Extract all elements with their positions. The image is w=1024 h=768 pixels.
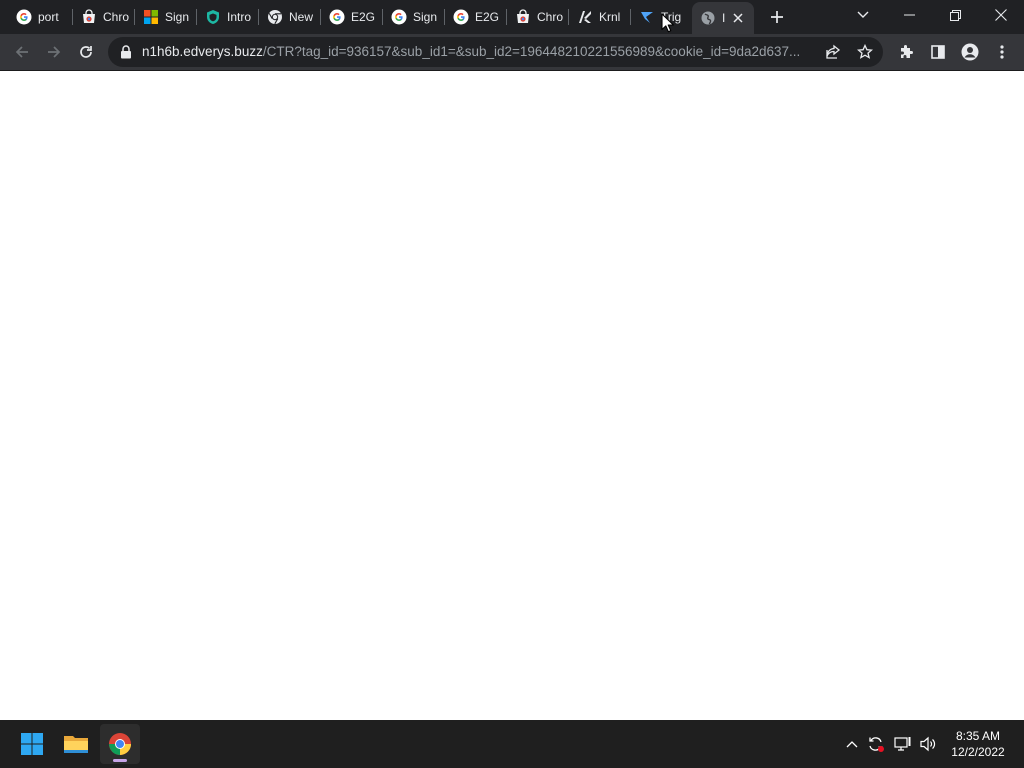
- speaker-icon: [920, 736, 936, 752]
- url-path: /CTR?tag_id=936157&sub_id1=&sub_id2=1964…: [262, 44, 801, 59]
- windows-logo-icon: [21, 733, 43, 755]
- tab-microsoft-sign-in[interactable]: Sign: [135, 4, 195, 30]
- sync-tray-button[interactable]: [866, 734, 886, 754]
- browser-toolbar: n1h6b.edverys.buzz/CTR?tag_id=936157&sub…: [0, 34, 1024, 71]
- chevron-down-icon: [857, 11, 869, 18]
- close-icon: [733, 13, 743, 23]
- tab-port[interactable]: port: [8, 4, 70, 30]
- tab-label: port: [38, 10, 59, 24]
- profile-icon: [961, 43, 979, 61]
- clock-date: 12/2/2022: [951, 745, 1005, 759]
- new-tab-button[interactable]: [765, 6, 789, 28]
- chrome-taskbar-button[interactable]: [100, 724, 140, 764]
- tab-krnl[interactable]: Krnl: [569, 4, 629, 30]
- page-content: [0, 71, 1024, 720]
- tab-label: Sign: [165, 10, 190, 24]
- sync-icon: [869, 737, 884, 752]
- menu-button[interactable]: [988, 38, 1016, 66]
- bookmark-button[interactable]: [854, 41, 876, 63]
- close-tab-button[interactable]: [730, 10, 746, 26]
- start-button[interactable]: [12, 724, 52, 764]
- shield-icon: [205, 9, 221, 25]
- volume-tray-button[interactable]: [918, 734, 938, 754]
- plus-icon: [771, 11, 783, 23]
- mouse-cursor-icon: [661, 13, 674, 33]
- close-icon: [995, 9, 1007, 21]
- chrome-icon: [267, 9, 283, 25]
- tab-label: Intro: [227, 10, 252, 24]
- google-icon: [391, 9, 407, 25]
- tab-label: Chro: [103, 10, 130, 24]
- minimize-button[interactable]: [886, 0, 932, 30]
- share-icon: [826, 44, 841, 59]
- puzzle-icon: [901, 45, 913, 58]
- share-button[interactable]: [822, 41, 844, 63]
- forward-arrow-icon: [48, 46, 61, 58]
- close-window-button[interactable]: [978, 0, 1024, 30]
- tab-e2g-2[interactable]: E2G: [445, 4, 505, 30]
- restore-icon: [949, 9, 961, 21]
- krnl-icon: [577, 9, 593, 25]
- tab-label: E2G: [475, 10, 500, 24]
- side-panel-button[interactable]: [924, 38, 952, 66]
- address-bar[interactable]: n1h6b.edverys.buzz/CTR?tag_id=936157&sub…: [108, 37, 883, 67]
- lock-icon[interactable]: [118, 44, 134, 60]
- network-icon: [894, 737, 911, 751]
- google-icon: [16, 9, 32, 25]
- trigger-icon: [639, 9, 655, 25]
- back-button[interactable]: [8, 38, 36, 66]
- reload-icon: [80, 46, 92, 58]
- chrome-icon: [109, 733, 131, 755]
- tab-search-button[interactable]: [840, 0, 886, 30]
- folder-icon: [64, 736, 88, 753]
- back-arrow-icon: [15, 46, 28, 58]
- side-panel-icon: [931, 45, 945, 59]
- windows-taskbar: 8:35 AM 12/2/2022: [0, 720, 1024, 768]
- url-text[interactable]: n1h6b.edverys.buzz/CTR?tag_id=936157&sub…: [142, 44, 818, 60]
- star-icon: [857, 44, 873, 59]
- tab-label: New: [289, 10, 314, 24]
- tab-chrome-web-store[interactable]: Chro: [73, 4, 133, 30]
- show-hidden-icons-button[interactable]: [842, 734, 862, 754]
- url-host: n1h6b.edverys.buzz: [142, 44, 263, 59]
- tab-label: I: [722, 11, 726, 25]
- file-explorer-button[interactable]: [56, 724, 96, 764]
- forward-button[interactable]: [40, 38, 68, 66]
- tab-google-sign-in[interactable]: Sign: [383, 4, 443, 30]
- taskbar-clock[interactable]: 8:35 AM 12/2/2022: [944, 728, 1012, 760]
- tab-strip: port Chro Sign Intro New E2G Sign E2G Ch…: [0, 0, 1024, 34]
- google-icon: [453, 9, 469, 25]
- restore-button[interactable]: [932, 0, 978, 30]
- google-icon: [329, 9, 345, 25]
- tab-label: E2G: [351, 10, 376, 24]
- tab-label: Krnl: [599, 10, 621, 24]
- minimize-icon: [903, 14, 915, 16]
- chevron-up-icon: [846, 741, 858, 748]
- chrome-web-store-icon: [81, 9, 97, 25]
- tab-label: Sign: [413, 10, 438, 24]
- running-indicator: [113, 759, 127, 762]
- tab-intro[interactable]: Intro: [197, 4, 257, 30]
- extensions-button[interactable]: [892, 38, 920, 66]
- chrome-web-store-icon: [515, 9, 531, 25]
- globe-icon: [700, 10, 716, 26]
- tab-active[interactable]: I: [692, 2, 754, 34]
- profile-button[interactable]: [956, 38, 984, 66]
- reload-button[interactable]: [72, 38, 100, 66]
- microsoft-icon: [143, 9, 159, 25]
- network-tray-button[interactable]: [893, 734, 913, 754]
- tab-chrome-web-store-2[interactable]: Chro: [507, 4, 567, 30]
- clock-time: 8:35 AM: [955, 729, 1001, 743]
- tab-new-tab[interactable]: New: [259, 4, 319, 30]
- tab-label: Chro: [537, 10, 564, 24]
- kebab-menu-icon: [1000, 45, 1004, 59]
- tab-e2g[interactable]: E2G: [321, 4, 381, 30]
